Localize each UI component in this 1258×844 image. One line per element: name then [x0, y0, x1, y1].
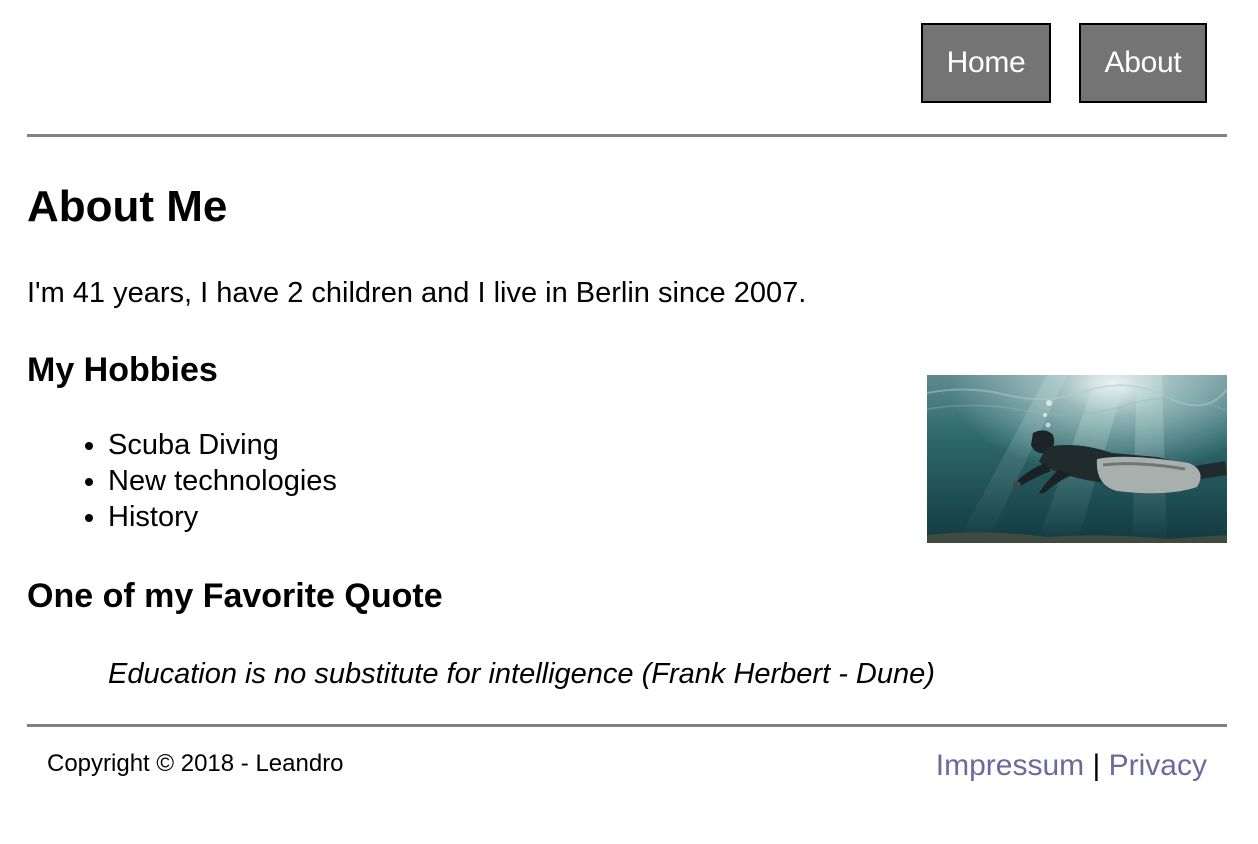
impressum-link[interactable]: Impressum — [936, 749, 1084, 782]
list-item: New technologies — [108, 463, 337, 499]
page-title: About Me — [27, 182, 228, 231]
nav-about-button[interactable]: About — [1079, 23, 1207, 103]
header-divider — [27, 134, 1227, 137]
footer-divider — [27, 724, 1227, 727]
list-item: Scuba Diving — [108, 427, 337, 463]
footer-separator: | — [1092, 749, 1101, 782]
hobby-list: Scuba Diving New technologies History — [27, 427, 337, 535]
copyright-text: Copyright © 2018 - Leandro — [47, 750, 344, 777]
scuba-diver-photo — [927, 375, 1227, 543]
nav-home-button[interactable]: Home — [921, 23, 1051, 103]
footer-links: Impressum | Privacy — [936, 748, 1207, 784]
page: Home About About Me I'm 41 years, I have… — [0, 0, 1258, 844]
favorite-quote: Education is no substitute for intellige… — [108, 658, 935, 690]
top-nav: Home About — [921, 23, 1207, 103]
list-item: History — [108, 499, 337, 535]
privacy-link[interactable]: Privacy — [1109, 749, 1207, 782]
hobbies-heading: My Hobbies — [27, 351, 218, 389]
quote-heading: One of my Favorite Quote — [27, 577, 443, 615]
intro-text: I'm 41 years, I have 2 children and I li… — [27, 277, 807, 309]
